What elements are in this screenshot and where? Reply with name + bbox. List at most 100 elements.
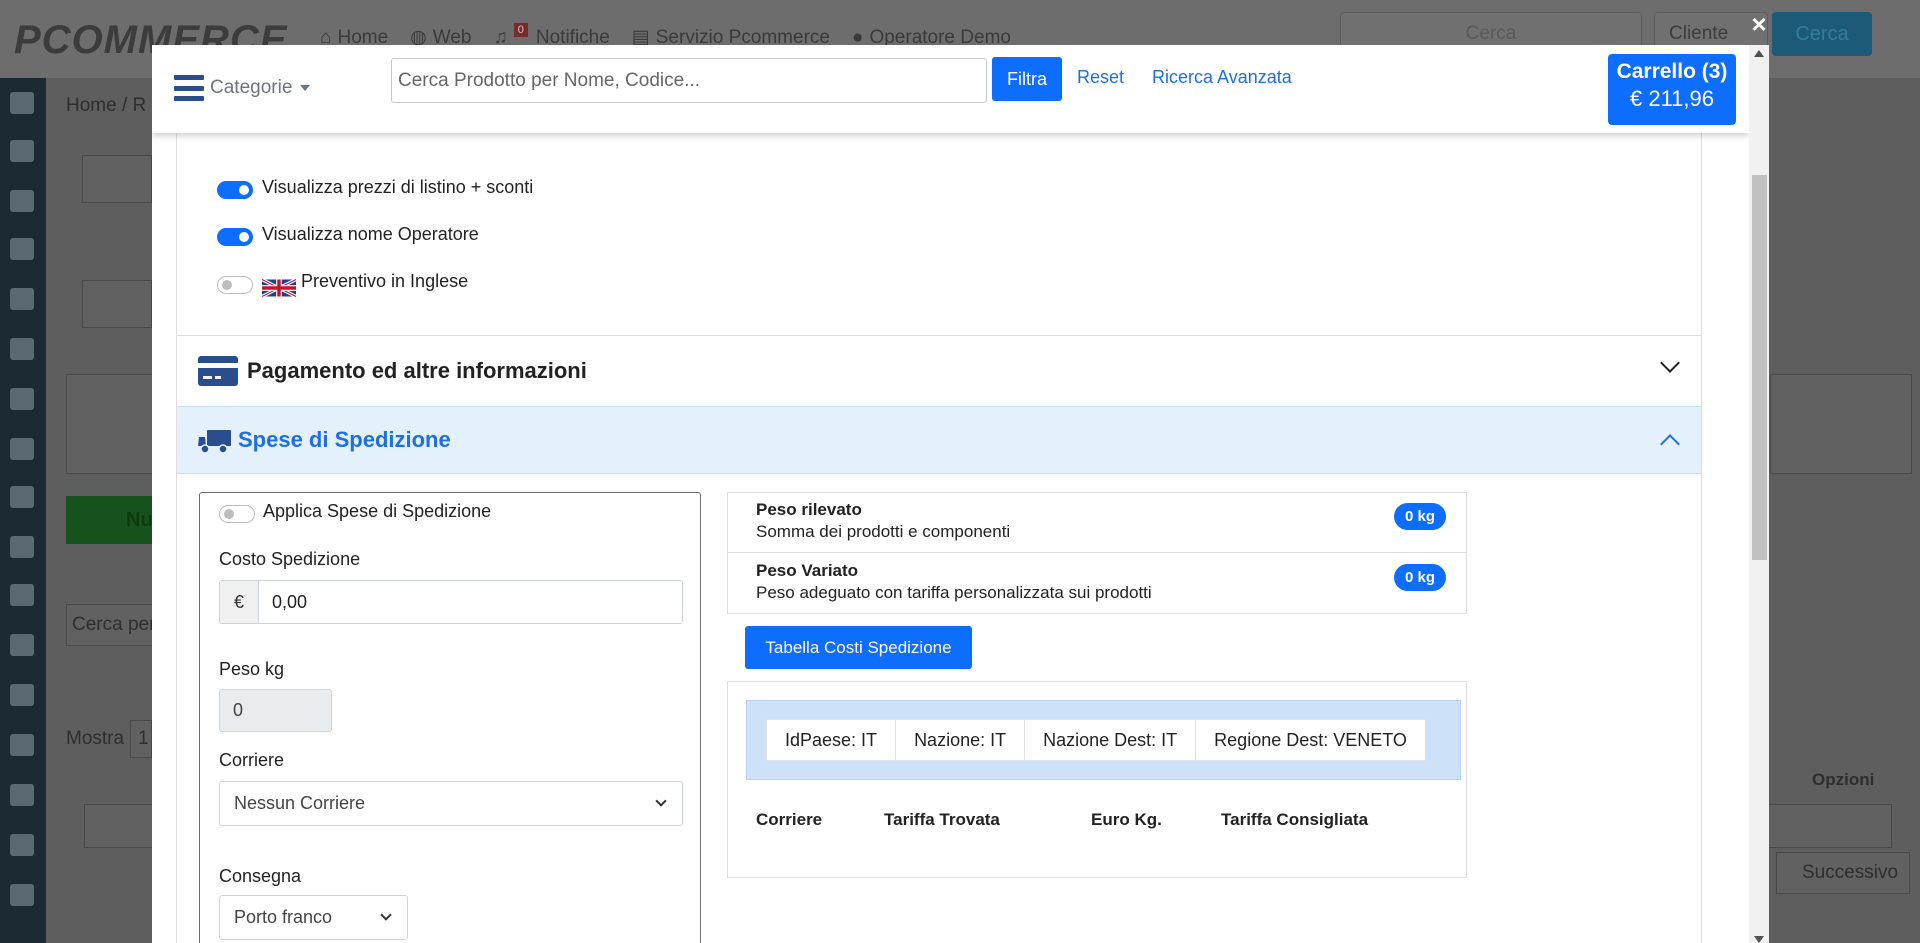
document-icon[interactable] — [10, 338, 34, 360]
app-customer-panel — [66, 374, 166, 474]
shipping-title: Spese di Spedizione — [238, 427, 451, 452]
notification-badge: 0 — [513, 22, 528, 37]
app-breadcrumb: Home / R — [66, 95, 147, 116]
weight-label: Peso kg — [219, 659, 285, 679]
app-search-button[interactable]: Cerca — [1772, 12, 1872, 56]
weight-badge: 0 kg — [1393, 564, 1446, 591]
cost-label: Costo Spedizione — [219, 549, 361, 569]
destination-info: IdPaese: IT Nazione: IT Nazione Dest: IT… — [746, 700, 1461, 780]
list-item: Peso rilevato Somma dei prodotti e compo… — [728, 493, 1466, 553]
cost-input-group: € — [219, 580, 683, 624]
operatore-label: Visualizza nome Operatore — [262, 224, 479, 244]
calculator-icon[interactable] — [10, 684, 34, 706]
shipping-cost-table: IdPaese: IT Nazione: IT Nazione Dest: IT… — [727, 681, 1467, 878]
cart-title: Carrello (3) — [1616, 60, 1728, 83]
inglese-toggle[interactable] — [217, 276, 253, 294]
chevron-up-icon — [1660, 434, 1680, 454]
delivery-select[interactable]: Porto franco — [219, 895, 408, 940]
carrier-label: Corriere — [219, 750, 285, 770]
app-options-header: Opzioni — [1812, 770, 1875, 789]
listino-toggle[interactable] — [217, 181, 253, 199]
archive-icon[interactable] — [10, 584, 34, 606]
chevron-down-icon — [1660, 353, 1680, 373]
column-header: Euro Kg. — [1091, 810, 1162, 829]
categories-button[interactable]: Categorie — [174, 75, 311, 101]
scroll-down-icon[interactable] — [1754, 936, 1764, 943]
uk-flag-icon — [262, 277, 296, 299]
weight-title: Peso rilevato — [756, 500, 862, 519]
weight-subtitle: Peso adeguato con tariffa personalizzata… — [756, 583, 1152, 602]
column-header: Corriere — [756, 810, 823, 829]
filter-button[interactable]: Filtra — [992, 57, 1062, 101]
weight-input[interactable] — [219, 689, 332, 732]
document-icon[interactable] — [10, 486, 34, 508]
app-sidebar — [0, 78, 46, 943]
info-cell: Regione Dest: VENETO — [1195, 719, 1426, 761]
scroll-up-icon[interactable] — [1754, 50, 1764, 57]
carrier-select-value: Nessun Corriere — [234, 793, 366, 813]
column-header: Tariffa Consigliata — [1221, 810, 1369, 829]
app-next-label: Successivo — [1802, 862, 1899, 883]
globe-icon[interactable] — [10, 634, 34, 656]
product-modal: Visualizza prezzi di listino + sconti Vi… — [152, 45, 1769, 943]
mail-icon[interactable] — [10, 784, 34, 806]
app-customer-panel-right — [1770, 374, 1912, 474]
chevron-down-icon — [380, 909, 392, 921]
scrollbar-thumb[interactable] — [1752, 175, 1767, 560]
wrench-icon[interactable] — [10, 190, 34, 212]
app-table-search-text: Cerca per — [72, 614, 156, 635]
shipping-cost-table-button[interactable]: Tabella Costi Spedizione — [745, 626, 972, 669]
inbox-icon[interactable] — [10, 734, 34, 756]
modal-body: Visualizza prezzi di listino + sconti Vi… — [176, 105, 1702, 943]
carrier-select[interactable]: Nessun Corriere — [219, 781, 683, 826]
delivery-select-value: Porto franco — [234, 907, 333, 927]
listino-label: Visualizza prezzi di listino + sconti — [262, 177, 534, 197]
column-header: Tariffa Trovata — [884, 810, 1000, 829]
weight-subtitle: Somma dei prodotti e componenti — [756, 522, 1011, 541]
hamburger-icon — [174, 75, 204, 101]
apply-shipping-label: Applica Spese di Spedizione — [263, 501, 492, 521]
weight-title: Peso Variato — [756, 561, 859, 580]
info-cell: IdPaese: IT — [766, 719, 897, 761]
truck-icon[interactable] — [10, 388, 34, 410]
payment-title: Pagamento ed altre informazioni — [247, 358, 587, 383]
cart-button[interactable]: Carrello (3) € 211,96 — [1608, 54, 1736, 125]
operatore-toggle[interactable] — [217, 228, 253, 246]
truck-icon — [198, 430, 231, 454]
app-archive-button-2[interactable] — [82, 280, 152, 328]
cart-total: € 211,96 — [1629, 86, 1714, 111]
modal-close-button[interactable]: × — [1744, 9, 1774, 39]
users-icon[interactable] — [10, 140, 34, 162]
product-search-input[interactable] — [391, 58, 987, 103]
weight-list: Peso rilevato Somma dei prodotti e compo… — [727, 492, 1467, 614]
info-cell: Nazione: IT — [895, 719, 1026, 761]
apply-shipping-toggle[interactable] — [219, 505, 255, 523]
wrench-icon[interactable] — [10, 288, 34, 310]
info-cell: Nazione Dest: IT — [1024, 719, 1197, 761]
app-show-label: Mostra — [66, 728, 125, 749]
bag-icon[interactable] — [10, 884, 34, 906]
destination-info-list: IdPaese: IT Nazione: IT Nazione Dest: IT… — [766, 719, 1426, 761]
bag-icon[interactable] — [10, 438, 34, 460]
app-archive-button[interactable] — [82, 155, 152, 203]
app-show-value: 1 — [138, 728, 149, 749]
advanced-search-link[interactable]: Ricerca Avanzata — [1152, 67, 1292, 88]
list-item: Peso Variato Peso adeguato con tariffa p… — [728, 554, 1466, 614]
search-icon[interactable] — [10, 536, 34, 558]
inglese-label: Preventivo in Inglese — [301, 271, 469, 291]
reset-link[interactable]: Reset — [1077, 67, 1124, 88]
cost-input[interactable] — [259, 581, 682, 623]
delivery-label: Consegna — [219, 866, 302, 886]
users-icon[interactable] — [10, 238, 34, 260]
currency-addon: € — [220, 581, 259, 623]
chevron-down-icon — [655, 795, 667, 807]
pencil-icon[interactable] — [10, 834, 34, 856]
modal-header: Categorie Filtra Reset Ricerca Avanzata … — [152, 45, 1749, 133]
credit-card-icon — [198, 356, 238, 386]
menu-icon[interactable] — [10, 92, 34, 114]
weight-badge: 0 kg — [1393, 503, 1446, 530]
shipping-accordion-header[interactable]: Spese di Spedizione — [177, 406, 1701, 474]
categories-label: Categorie — [210, 77, 293, 98]
payment-accordion-header[interactable]: Pagamento ed altre informazioni — [177, 336, 1701, 406]
shipping-form-card: Applica Spese di Spedizione Costo Spediz… — [199, 492, 701, 943]
